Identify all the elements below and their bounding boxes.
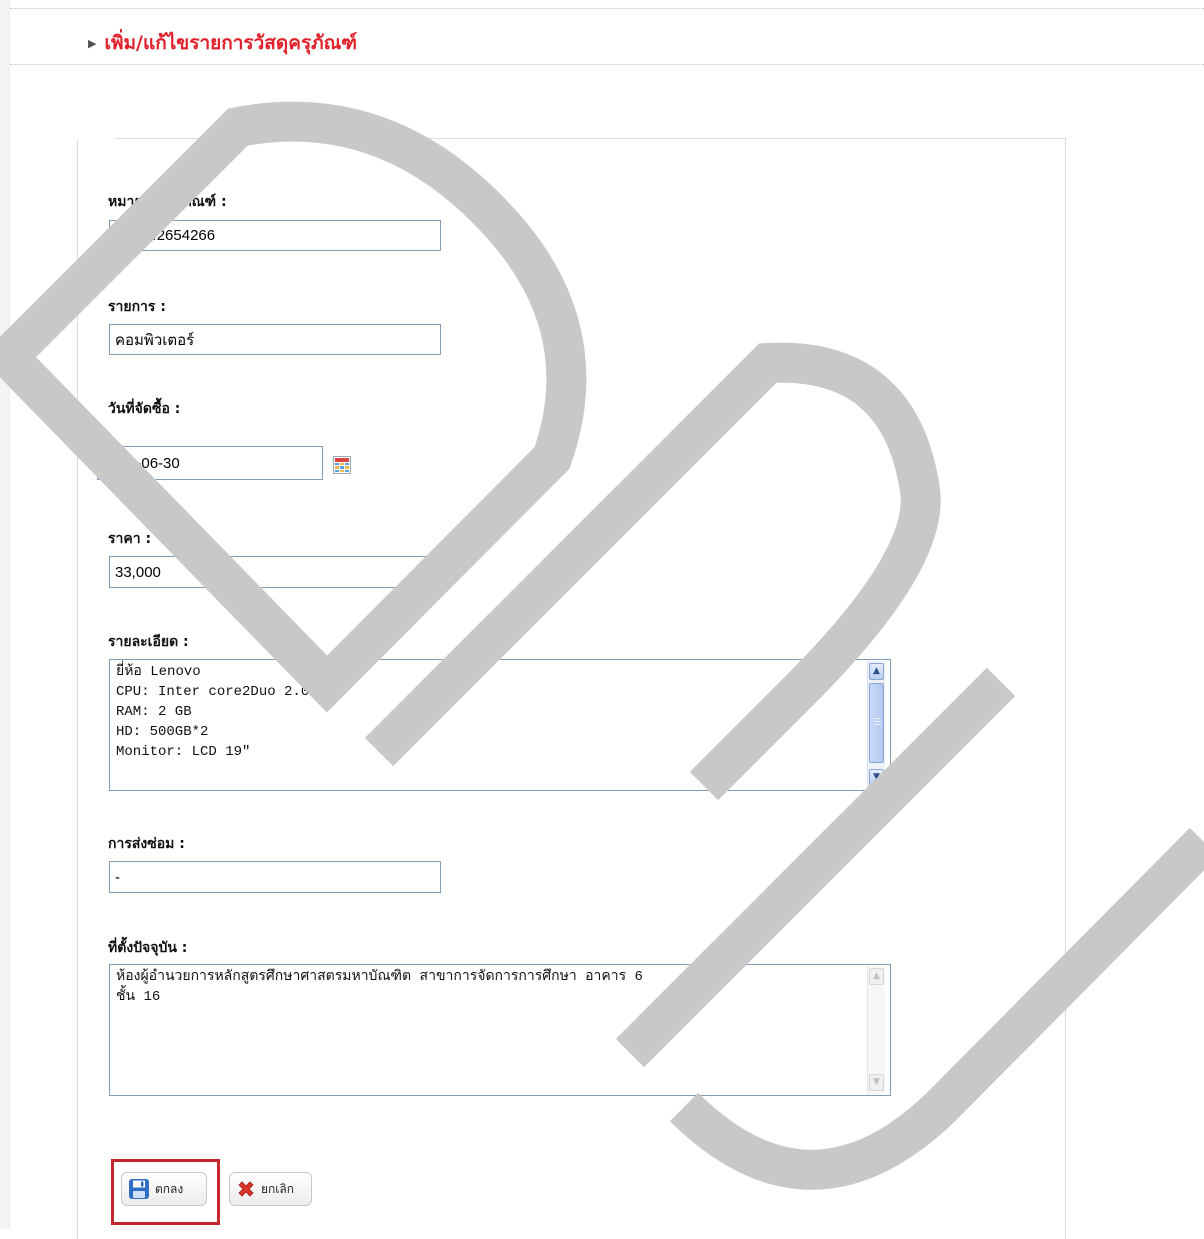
cancel-button-label: ยกเลิก bbox=[261, 1181, 295, 1196]
bullet-arrow-icon: ▶ bbox=[88, 36, 97, 50]
scroll-down-icon[interactable]: ▼ bbox=[869, 769, 884, 786]
cancel-button[interactable]: ยกเลิก bbox=[229, 1172, 312, 1206]
scroll-up-icon[interactable]: ▲ bbox=[869, 663, 884, 680]
location-textarea[interactable]: ห้องผู้อำนวยการหลักสูตรศึกษาศาสตรมหาบัณฑ… bbox=[109, 964, 891, 1096]
page-title: เพิ่ม/แก้ไขรายการวัสดุครุภัณฑ์ bbox=[104, 32, 358, 54]
page-header: ▶ เพิ่ม/แก้ไขรายการวัสดุครุภัณฑ์ bbox=[88, 28, 357, 58]
scroll-down-icon[interactable]: ▼ bbox=[869, 1074, 884, 1091]
scroll-thumb[interactable] bbox=[869, 683, 884, 763]
ok-button-highlight bbox=[111, 1159, 220, 1225]
details-scrollbar[interactable]: ▲ ▼ bbox=[867, 661, 885, 789]
price-input[interactable] bbox=[109, 556, 441, 588]
item-input[interactable] bbox=[109, 324, 441, 355]
location-label: ที่ตั้งปัจจุบัน : bbox=[108, 940, 188, 956]
header-divider bbox=[10, 64, 1204, 65]
details-label: รายละเอียด : bbox=[108, 634, 189, 650]
calendar-icon[interactable] bbox=[333, 456, 351, 474]
price-label: ราคา : bbox=[108, 531, 152, 547]
repair-input[interactable] bbox=[109, 861, 441, 893]
asset-number-input[interactable] bbox=[109, 220, 441, 251]
repair-label: การส่งซ่อม : bbox=[108, 836, 185, 852]
details-textarea[interactable]: ยี่ห้อ Lenovo CPU: Inter core2Duo 2.0 GH… bbox=[109, 659, 891, 791]
item-label: รายการ : bbox=[108, 299, 166, 315]
left-border bbox=[0, 0, 10, 1229]
asset-number-label: หมายเลขครุภัณฑ์ : bbox=[108, 194, 227, 210]
purchase-date-label: วันที่จัดซื้อ : bbox=[108, 401, 181, 417]
purchase-date-input[interactable] bbox=[97, 446, 323, 480]
location-scrollbar[interactable]: ▲ ▼ bbox=[867, 966, 885, 1094]
scroll-up-icon[interactable]: ▲ bbox=[869, 968, 884, 985]
top-divider bbox=[10, 8, 1204, 9]
red-x-icon bbox=[238, 1181, 254, 1197]
